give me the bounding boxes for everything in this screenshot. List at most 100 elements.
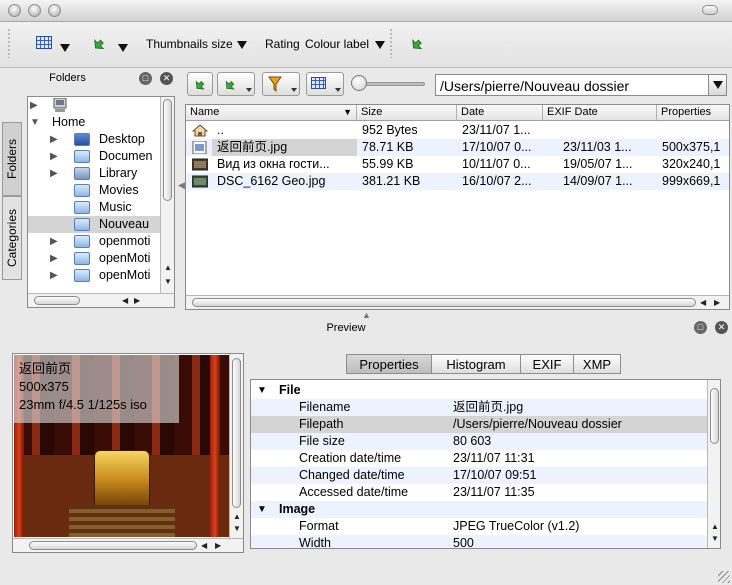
- scroll-thumb[interactable]: [710, 388, 719, 444]
- tree-item-computer[interactable]: ▶: [28, 97, 162, 114]
- expand-arrow-icon[interactable]: ▶: [50, 250, 58, 267]
- property-row[interactable]: File size 80 603: [251, 433, 707, 450]
- property-group-image[interactable]: ▼ Image: [251, 501, 707, 518]
- collapse-arrow-icon[interactable]: ▼: [257, 501, 267, 518]
- tab-folders[interactable]: Folders: [2, 122, 22, 196]
- column-header-size[interactable]: Size: [357, 105, 457, 121]
- expand-arrow-icon[interactable]: ▶: [50, 131, 58, 148]
- collapse-arrow-icon[interactable]: ▼: [30, 114, 40, 131]
- scroll-left-arrow-icon[interactable]: ◀: [700, 298, 706, 308]
- expand-arrow-icon[interactable]: ▶: [50, 165, 58, 182]
- table-row[interactable]: Вид из окна гости... 55.99 KB 10/11/07 0…: [186, 156, 729, 173]
- zoom-window-button[interactable]: [48, 4, 61, 17]
- tree-item-documents[interactable]: ▶ Documen: [28, 148, 162, 165]
- view-dropdown-arrow-icon[interactable]: [60, 44, 70, 52]
- tab-histogram[interactable]: Histogram: [431, 354, 521, 374]
- properties-table[interactable]: ▼ File Filename 返回前页.jpg Filepath /Users…: [250, 379, 721, 549]
- column-header-name[interactable]: Name ▼: [186, 105, 357, 121]
- preview-hscrollbar[interactable]: ◀ ▶: [13, 538, 243, 552]
- scroll-down-arrow-icon[interactable]: ▼: [711, 534, 719, 544]
- properties-vscrollbar[interactable]: ▲ ▼: [707, 380, 720, 548]
- tree-item-nouveau[interactable]: Nouveau: [28, 216, 162, 233]
- sort-arrows-icon[interactable]: [90, 34, 108, 52]
- tree-item-openmoti-2[interactable]: ▶ openMoti: [28, 250, 162, 267]
- file-list-table[interactable]: Name ▼ Size Date EXIF Date Properties ..…: [185, 104, 730, 310]
- property-row[interactable]: Width 500: [251, 535, 707, 548]
- go-back-button[interactable]: [187, 72, 213, 96]
- thumbnails-size-button[interactable]: Thumbnails size: [146, 37, 233, 51]
- scroll-right-arrow-icon[interactable]: ▶: [714, 298, 720, 308]
- scroll-thumb[interactable]: [34, 296, 80, 305]
- collapse-arrow-icon[interactable]: ▼: [257, 382, 267, 399]
- scroll-down-arrow-icon[interactable]: ▼: [233, 524, 241, 534]
- rating-button[interactable]: Rating: [265, 37, 300, 51]
- tree-item-openmoti-1[interactable]: ▶ openmoti: [28, 233, 162, 250]
- path-dropdown-button[interactable]: [708, 75, 726, 95]
- scroll-up-arrow-icon[interactable]: ▲: [164, 263, 172, 273]
- sort-dropdown-arrow-icon[interactable]: [118, 44, 128, 52]
- tab-categories[interactable]: Categories: [2, 196, 22, 280]
- folder-tree[interactable]: ▶ ▼ Home ▶ Desktop ▶ Documen ▶ Library M…: [27, 96, 175, 308]
- folder-tree-hscrollbar[interactable]: ◀ ▶: [28, 293, 174, 307]
- expand-arrow-icon[interactable]: ▶: [50, 233, 58, 250]
- tree-item-movies[interactable]: Movies: [28, 182, 162, 199]
- scroll-down-arrow-icon[interactable]: ▼: [164, 277, 172, 287]
- tab-xmp[interactable]: XMP: [573, 354, 621, 374]
- close-preview-icon[interactable]: ✕: [715, 321, 728, 334]
- scroll-up-arrow-icon[interactable]: ▲: [233, 512, 241, 522]
- column-header-exif-date[interactable]: EXIF Date: [543, 105, 657, 121]
- tab-exif[interactable]: EXIF: [520, 354, 574, 374]
- window-resize-grip[interactable]: [718, 571, 730, 583]
- scroll-up-arrow-icon[interactable]: ▲: [711, 522, 719, 532]
- tree-item-home[interactable]: ▼ Home: [28, 114, 162, 131]
- expand-arrow-icon[interactable]: ▶: [50, 267, 58, 284]
- view-mode-button[interactable]: [306, 72, 344, 96]
- table-row[interactable]: 返回前页.jpg 78.71 KB 17/10/07 0... 23/11/03…: [186, 139, 729, 156]
- tree-item-openmoti-3[interactable]: ▶ openMoti: [28, 267, 162, 284]
- preview-pane[interactable]: 返回前页 500x375 23mm f/4.5 1/125s iso ▲ ▼ ◀…: [12, 353, 244, 553]
- scroll-thumb[interactable]: [192, 298, 696, 307]
- property-row[interactable]: Creation date/time 23/11/07 11:31: [251, 450, 707, 467]
- colour-label-button[interactable]: Colour label: [305, 37, 369, 51]
- property-row[interactable]: Accessed date/time 23/11/07 11:35: [251, 484, 707, 501]
- toolbar-toggle-button[interactable]: [702, 5, 718, 15]
- preview-vscrollbar[interactable]: ▲ ▼: [229, 354, 243, 538]
- tree-item-library[interactable]: ▶ Library: [28, 165, 162, 182]
- expand-arrow-icon[interactable]: ▶: [30, 97, 38, 114]
- scroll-thumb[interactable]: [163, 99, 172, 201]
- scroll-thumb[interactable]: [29, 541, 197, 550]
- colour-label-dropdown-icon[interactable]: [375, 41, 385, 49]
- sort-order-button[interactable]: [217, 72, 255, 96]
- close-window-button[interactable]: [8, 4, 21, 17]
- expand-arrow-icon[interactable]: ▶: [50, 148, 58, 165]
- scroll-thumb[interactable]: [232, 358, 241, 508]
- splitter-handle-icon[interactable]: ◀: [178, 180, 185, 191]
- refresh-arrow-icon[interactable]: [408, 34, 426, 52]
- tree-item-desktop[interactable]: ▶ Desktop: [28, 131, 162, 148]
- scroll-left-arrow-icon[interactable]: ◀: [122, 296, 128, 306]
- scroll-left-arrow-icon[interactable]: ◀: [201, 541, 207, 551]
- scroll-right-arrow-icon[interactable]: ▶: [215, 541, 221, 551]
- toolbar-grip[interactable]: [8, 28, 10, 58]
- thumbnails-size-dropdown-icon[interactable]: [237, 41, 247, 49]
- property-row[interactable]: Filename 返回前页.jpg: [251, 399, 707, 416]
- table-row[interactable]: .. 952 Bytes 23/11/07 1...: [186, 122, 729, 139]
- column-header-properties[interactable]: Properties: [657, 105, 729, 121]
- property-row[interactable]: Changed date/time 17/10/07 09:51: [251, 467, 707, 484]
- detach-panel-icon[interactable]: □: [139, 72, 152, 85]
- grid-view-icon[interactable]: [36, 36, 52, 49]
- tab-properties[interactable]: Properties: [346, 354, 432, 374]
- minimize-window-button[interactable]: [28, 4, 41, 17]
- filter-button[interactable]: [262, 72, 300, 96]
- close-panel-icon[interactable]: ✕: [160, 72, 173, 85]
- property-group-file[interactable]: ▼ File: [251, 382, 707, 399]
- column-header-date[interactable]: Date: [457, 105, 543, 121]
- detach-preview-icon[interactable]: □: [694, 321, 707, 334]
- property-row[interactable]: Filepath /Users/pierre/Nouveau dossier: [251, 416, 707, 433]
- slider-knob[interactable]: [351, 75, 367, 91]
- property-row[interactable]: Format JPEG TrueColor (v1.2): [251, 518, 707, 535]
- splitter-handle-icon[interactable]: ▲: [362, 310, 371, 320]
- tree-item-music[interactable]: Music: [28, 199, 162, 216]
- folder-tree-vscrollbar[interactable]: ▲ ▼: [160, 97, 174, 293]
- scroll-right-arrow-icon[interactable]: ▶: [134, 296, 140, 306]
